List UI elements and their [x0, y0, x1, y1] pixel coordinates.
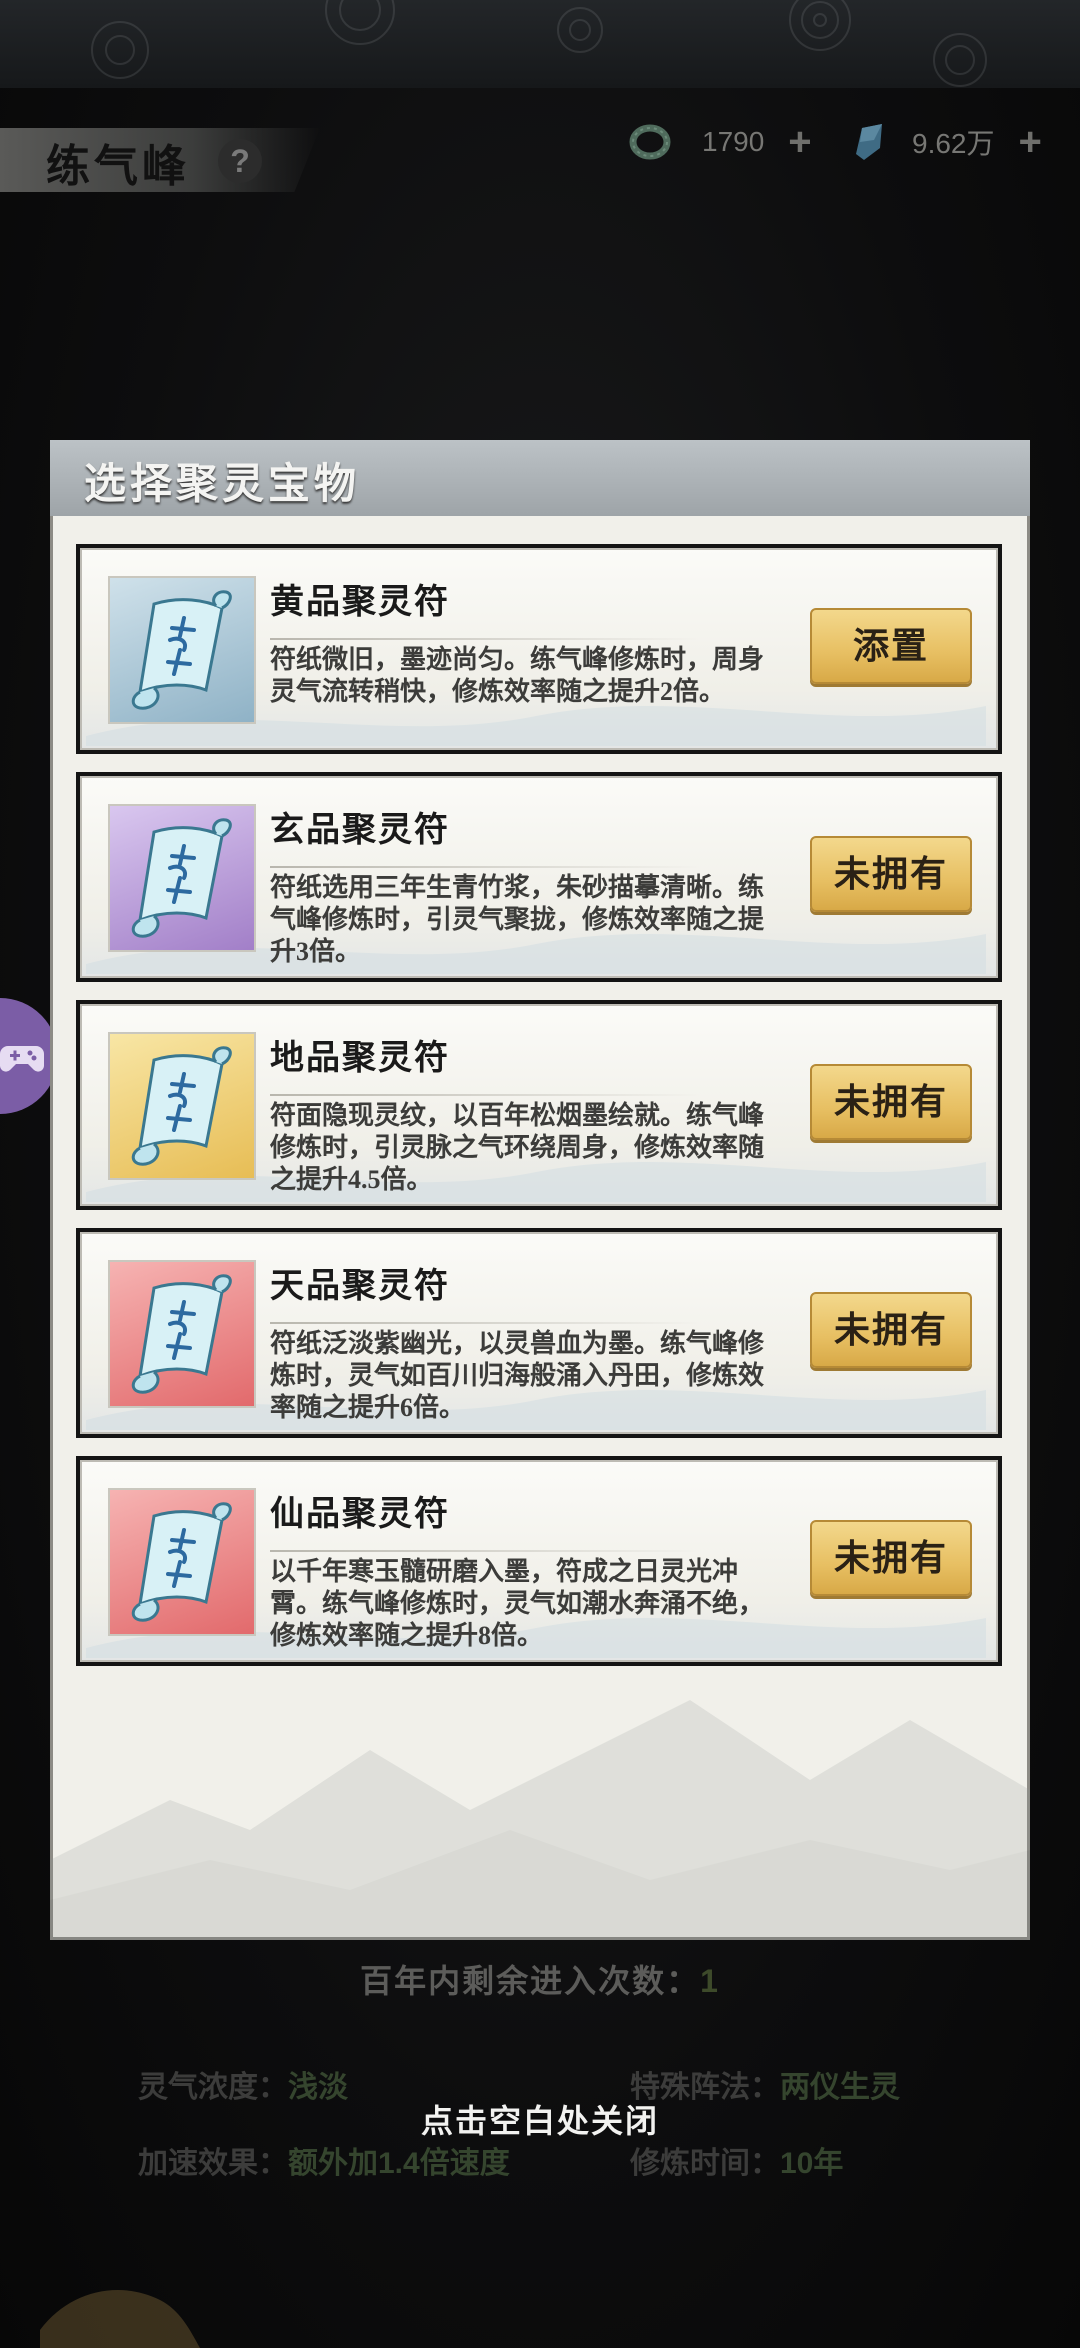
treasure-card: 仙品聚灵符以千年寒玉髓研磨入墨，符成之日灵光冲霄。练气峰修炼时，灵气如潮水奔涌不… [76, 1456, 1002, 1666]
dialog-title: 选择聚灵宝物 [84, 462, 361, 508]
treasure-description: 符纸选用三年生青竹浆，朱砂描摹清晰。练气峰修炼时，引灵气聚拢，修炼效率随之提升3… [270, 873, 765, 966]
ink-decoration [40, 2290, 200, 2348]
stat-label: 加速效果： [138, 2147, 288, 2180]
treasure-name: 地品聚灵符 [270, 1040, 450, 1077]
cloud-pattern [91, 0, 987, 87]
not-owned-button[interactable]: 未拥有 [810, 1292, 972, 1368]
treasure-card: 玄品聚灵符符纸选用三年生青竹浆，朱砂描摹清晰。练气峰修炼时，引灵气聚拢，修炼效率… [76, 772, 1002, 982]
talisman-scroll-icon [131, 1502, 232, 1622]
talisman-scroll-icon [131, 590, 232, 710]
resource-stone-value: 9.62万 [912, 128, 995, 159]
divider [270, 1550, 700, 1552]
resource-jade: 1790 + [628, 118, 812, 166]
stat-value: 10年 [780, 2147, 844, 2180]
acquire-button[interactable]: 添置 [810, 608, 972, 684]
jade-ring-icon [629, 124, 671, 160]
treasure-description: 符面隐现灵纹，以百年松烟墨绘就。练气峰修炼时，引灵脉之气环绕周身，修炼效率随之提… [270, 1101, 765, 1194]
talisman-thumbnail [108, 804, 256, 952]
talisman-scroll-icon [131, 818, 232, 938]
divider [270, 638, 700, 640]
resource-stone: 9.62万 + [846, 118, 1042, 166]
spirit-stone-icon [856, 124, 882, 160]
stat-cultivation-time: 修炼时间：10年 [630, 2138, 843, 2182]
treasure-card: 黄品聚灵符符纸微旧，墨迹尚匀。练气峰修炼时，周身灵气流转稍快，修炼效率随之提升2… [76, 544, 1002, 754]
divider [270, 1094, 700, 1096]
talisman-scroll-icon [131, 1274, 232, 1394]
divider [270, 866, 700, 868]
stat-value: 额外加1.4倍速度 [288, 2147, 510, 2180]
not-owned-button[interactable]: 未拥有 [810, 1520, 972, 1596]
not-owned-button[interactable]: 未拥有 [810, 836, 972, 912]
gamepad-icon [0, 1046, 44, 1072]
entries-value: 1 [700, 1963, 720, 1999]
talisman-thumbnail [108, 1260, 256, 1408]
question-icon[interactable]: ? [218, 139, 262, 183]
treasure-card: 天品聚灵符符纸泛淡紫幽光，以灵兽血为墨。练气峰修炼时，灵气如百川归海般涌入丹田，… [76, 1228, 1002, 1438]
treasure-description: 以千年寒玉髓研磨入墨，符成之日灵光冲霄。练气峰修炼时，灵气如潮水奔涌不绝，修炼效… [270, 1557, 765, 1650]
treasure-name: 黄品聚灵符 [270, 584, 450, 621]
treasure-name: 玄品聚灵符 [270, 812, 450, 849]
divider [270, 1322, 700, 1324]
entries-label: 百年内剩余进入次数： [360, 1963, 701, 1999]
treasure-name: 天品聚灵符 [270, 1268, 450, 1305]
add-jade-button[interactable]: + [788, 120, 811, 165]
page-title: 练气峰 [46, 142, 190, 191]
treasure-name: 仙品聚灵符 [270, 1496, 450, 1533]
talisman-thumbnail [108, 1488, 256, 1636]
treasure-description: 符纸微旧，墨迹尚匀。练气峰修炼时，周身灵气流转稍快，修炼效率随之提升2倍。 [270, 645, 765, 706]
talisman-thumbnail [108, 576, 256, 724]
treasure-description: 符纸泛淡紫幽光，以灵兽血为墨。练气峰修炼时，灵气如百川归海般涌入丹田，修炼效率随… [270, 1329, 765, 1422]
talisman-thumbnail [108, 1032, 256, 1180]
stat-speed-effect: 加速效果：额外加1.4倍速度 [138, 2138, 510, 2182]
talisman-scroll-icon [131, 1046, 232, 1166]
remaining-entries: 百年内剩余进入次数：1 [220, 1956, 860, 2002]
treasure-card: 地品聚灵符符面隐现灵纹，以百年松烟墨绘就。练气峰修炼时，引灵脉之气环绕周身，修炼… [76, 1000, 1002, 1210]
stat-label: 修炼时间： [630, 2147, 780, 2180]
close-hint[interactable]: 点击空白处关闭 [0, 2096, 1080, 2142]
resource-jade-value: 1790 [702, 126, 765, 157]
not-owned-button[interactable]: 未拥有 [810, 1064, 972, 1140]
add-stone-button[interactable]: + [1019, 120, 1042, 165]
